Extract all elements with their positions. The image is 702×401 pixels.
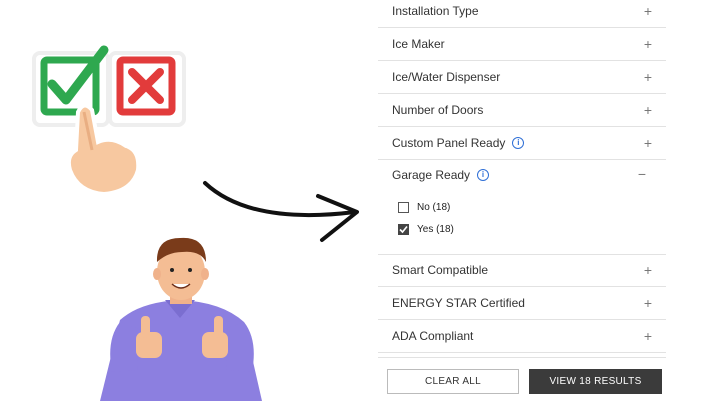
green-check-icon: [32, 45, 110, 127]
expand-icon[interactable]: +: [644, 36, 652, 52]
expand-icon[interactable]: +: [644, 262, 652, 278]
filter-label: Ice/Water Dispenser: [392, 70, 501, 84]
filter-label: Smart Compatible: [392, 263, 489, 277]
filter-smart-compatible[interactable]: Smart Compatible +: [378, 254, 666, 287]
option-label: Yes (18): [417, 224, 454, 235]
checkbox[interactable]: [398, 202, 409, 213]
thumbs-up-man-illustration: [100, 237, 262, 401]
info-icon[interactable]: i: [477, 169, 490, 181]
filter-ice-maker[interactable]: Ice Maker +: [378, 28, 666, 61]
filter-energy-star[interactable]: ENERGY STAR Certified +: [378, 287, 666, 320]
curved-arrow-icon: [203, 181, 359, 242]
filter-installation-type[interactable]: Installation Type +: [378, 0, 666, 28]
expand-icon[interactable]: +: [644, 135, 652, 151]
filter-garage-ready-header[interactable]: Garage Ready i −: [378, 160, 666, 190]
filter-panel: Installation Type + Ice Maker + Ice/Wate…: [378, 0, 666, 401]
red-cross-icon: [108, 51, 186, 127]
filter-label-with-info: Custom Panel Ready i: [392, 136, 525, 150]
filter-label: Garage Ready: [392, 168, 471, 182]
filter-label: Ice Maker: [392, 37, 445, 51]
expand-icon[interactable]: +: [644, 295, 652, 311]
illustration: [32, 45, 359, 401]
footer-divider: [378, 357, 666, 358]
filter-label: ADA Compliant: [392, 329, 474, 343]
filter-garage-ready: Garage Ready i − No (18) Yes (18): [378, 160, 666, 255]
info-icon[interactable]: i: [512, 137, 525, 149]
filter-number-of-doors[interactable]: Number of Doors +: [378, 94, 666, 127]
filter-label: Custom Panel Ready: [392, 136, 506, 150]
checkmark-icon: [399, 225, 408, 234]
option-label: No (18): [417, 202, 451, 213]
expand-icon[interactable]: +: [644, 328, 652, 344]
filter-label: Number of Doors: [392, 103, 484, 117]
filter-custom-panel-ready[interactable]: Custom Panel Ready i +: [378, 127, 666, 160]
collapse-icon[interactable]: −: [638, 166, 646, 182]
expand-icon[interactable]: +: [644, 102, 652, 118]
filter-label-with-info: Garage Ready i: [392, 168, 490, 182]
expand-icon[interactable]: +: [644, 3, 652, 19]
clear-all-button[interactable]: CLEAR ALL: [387, 369, 519, 394]
filter-label: Installation Type: [392, 4, 479, 18]
filter-ice-water-dispenser[interactable]: Ice/Water Dispenser +: [378, 61, 666, 94]
filter-label: ENERGY STAR Certified: [392, 296, 525, 310]
checkbox-checked[interactable]: [398, 224, 409, 235]
view-results-button[interactable]: VIEW 18 RESULTS: [529, 369, 662, 394]
option-yes[interactable]: Yes (18): [398, 224, 454, 235]
option-no[interactable]: No (18): [398, 202, 450, 213]
expand-icon[interactable]: +: [644, 69, 652, 85]
filter-ada-compliant[interactable]: ADA Compliant +: [378, 320, 666, 353]
